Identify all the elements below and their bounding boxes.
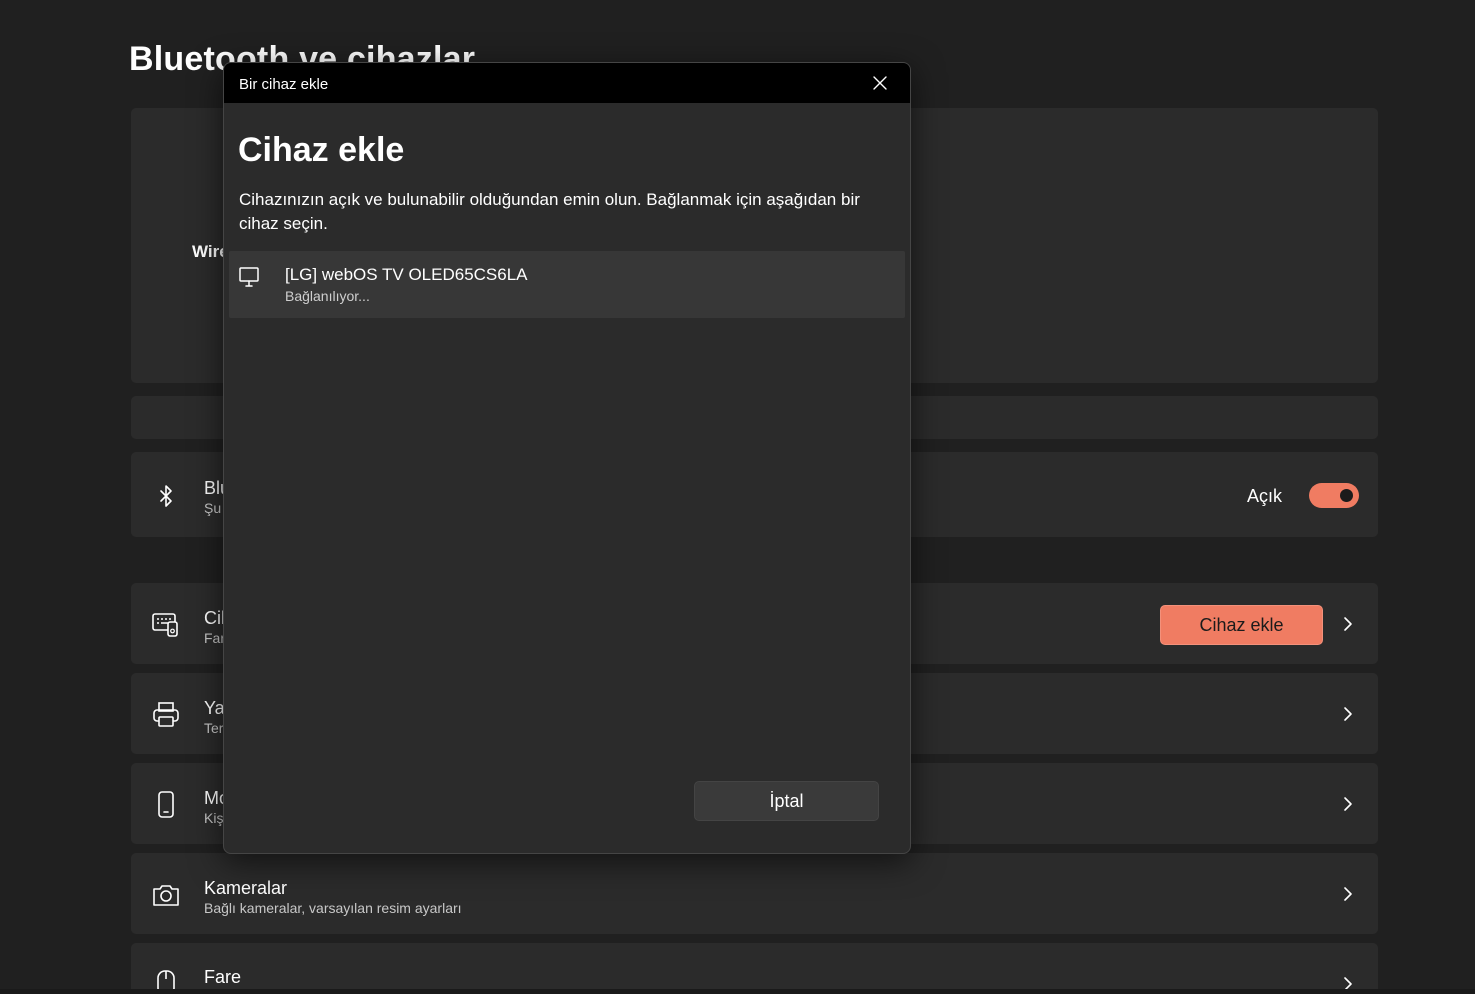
add-device-dialog: Bir cihaz ekle Cihaz ekle Cihazınızın aç… bbox=[223, 62, 911, 854]
cancel-button[interactable]: İptal bbox=[694, 781, 879, 821]
mobile-row-subtitle: Kiş bbox=[204, 810, 224, 826]
chevron-right-icon[interactable] bbox=[1340, 886, 1356, 902]
taskbar-edge bbox=[0, 989, 1475, 994]
camera-icon bbox=[151, 880, 181, 910]
add-device-button[interactable]: Cihaz ekle bbox=[1160, 605, 1323, 645]
phone-icon bbox=[151, 790, 181, 820]
mouse-row[interactable] bbox=[131, 943, 1378, 994]
chevron-right-icon[interactable] bbox=[1340, 796, 1356, 812]
cameras-row[interactable] bbox=[131, 853, 1378, 934]
printers-row-subtitle: Ter bbox=[204, 720, 224, 736]
bluetooth-row-subtitle: Şu bbox=[204, 500, 222, 516]
mouse-row-title: Fare bbox=[204, 967, 242, 987]
devices-icon bbox=[151, 610, 181, 640]
chevron-right-icon[interactable] bbox=[1340, 976, 1356, 989]
printer-icon bbox=[151, 700, 181, 730]
cameras-row-subtitle: Bağlı kameralar, varsayılan resim ayarla… bbox=[204, 900, 462, 916]
dialog-heading: Cihaz ekle bbox=[238, 131, 405, 169]
bluetooth-toggle[interactable] bbox=[1309, 483, 1359, 508]
bluetooth-toggle-label: Açık bbox=[1247, 486, 1283, 506]
dialog-titlebar: Bir cihaz ekle bbox=[224, 63, 910, 103]
dialog-description: Cihazınızın açık ve bulunabilir olduğund… bbox=[239, 190, 860, 233]
bluetooth-icon bbox=[151, 481, 181, 511]
toggle-knob bbox=[1340, 489, 1353, 502]
mouse-icon bbox=[151, 968, 181, 990]
chevron-right-icon[interactable] bbox=[1340, 706, 1356, 722]
devices-row-subtitle: Far bbox=[204, 630, 225, 646]
chevron-right-icon[interactable] bbox=[1340, 616, 1356, 632]
dialog-titlebar-text: Bir cihaz ekle bbox=[239, 76, 329, 93]
monitor-icon bbox=[238, 266, 262, 288]
device-name: [LG] webOS TV OLED65CS6LA bbox=[285, 265, 528, 284]
device-status: Bağlanılıyor... bbox=[285, 288, 370, 304]
close-icon[interactable] bbox=[868, 71, 892, 95]
device-list-item[interactable]: [LG] webOS TV OLED65CS6LA Bağlanılıyor..… bbox=[229, 251, 905, 318]
cameras-row-title: Kameralar bbox=[204, 878, 288, 898]
